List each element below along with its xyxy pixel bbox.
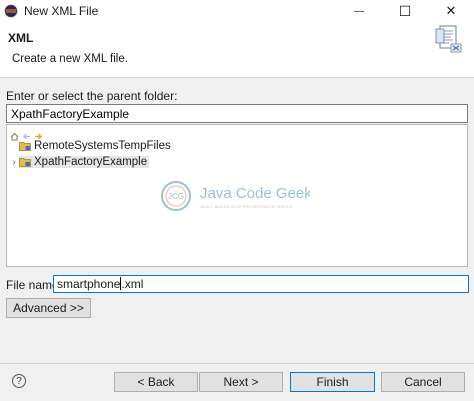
expand-chevron-icon[interactable]: › [9,157,19,168]
back-button[interactable]: < Back [114,372,198,392]
maximize-icon: ☐ [398,2,412,19]
cancel-button[interactable]: Cancel [381,372,465,392]
selected-tree-item[interactable]: XpathFactoryExample [19,156,150,168]
watermark-tagline: JAVA 2 JAVA DEVELOPERS RESOURCE CENTER [200,204,293,209]
close-button[interactable]: ✕ [428,0,474,22]
next-button[interactable]: Next > [199,372,283,392]
project-folder-icon [19,141,31,151]
minimize-button[interactable]: — [336,0,382,22]
tree-item-remote-systems[interactable]: RemoteSystemsTempFiles [9,139,171,153]
tree-toolbar [10,129,43,140]
tree-item-label: RemoteSystemsTempFiles [34,140,171,152]
project-folder-icon [19,157,31,167]
file-name-value-end: .xml [121,277,144,291]
wizard-header: XML Create a new XML file. [0,22,474,78]
help-icon[interactable]: ? [12,374,26,388]
wizard-title: XML [8,31,34,45]
maximize-button[interactable]: ☐ [382,0,428,22]
wizard-description: Create a new XML file. [12,53,128,65]
xml-file-wizard-icon [434,24,464,54]
parent-folder-label: Enter or select the parent folder: [6,89,178,103]
close-icon: ✕ [445,3,457,18]
home-icon[interactable] [10,130,19,140]
advanced-button[interactable]: Advanced >> [6,298,91,318]
window-title: New XML File [24,4,99,18]
file-name-input[interactable]: smartphone.xml [53,275,469,293]
back-arrow-icon[interactable] [22,130,31,139]
eclipse-app-icon [4,4,18,18]
tree-item-label: XpathFactoryExample [34,156,148,168]
tree-item-xpath-factory[interactable]: › XpathFactoryExample [9,155,150,169]
title-bar: New XML File — ☐ ✕ [0,0,474,22]
watermark-logo-text: JCG [168,192,184,201]
java-code-geeks-watermark: JCG Java Code Geeks JAVA 2 JAVA DEVELOPE… [160,178,319,214]
minimize-icon: — [354,5,364,17]
forward-arrow-icon[interactable] [34,130,43,139]
parent-folder-input[interactable] [6,104,468,123]
finish-button[interactable]: Finish [290,372,375,392]
watermark-brand: Java Code Geeks [200,185,310,202]
file-name-value-start: smartphone [57,277,121,291]
footer-separator [0,363,474,364]
